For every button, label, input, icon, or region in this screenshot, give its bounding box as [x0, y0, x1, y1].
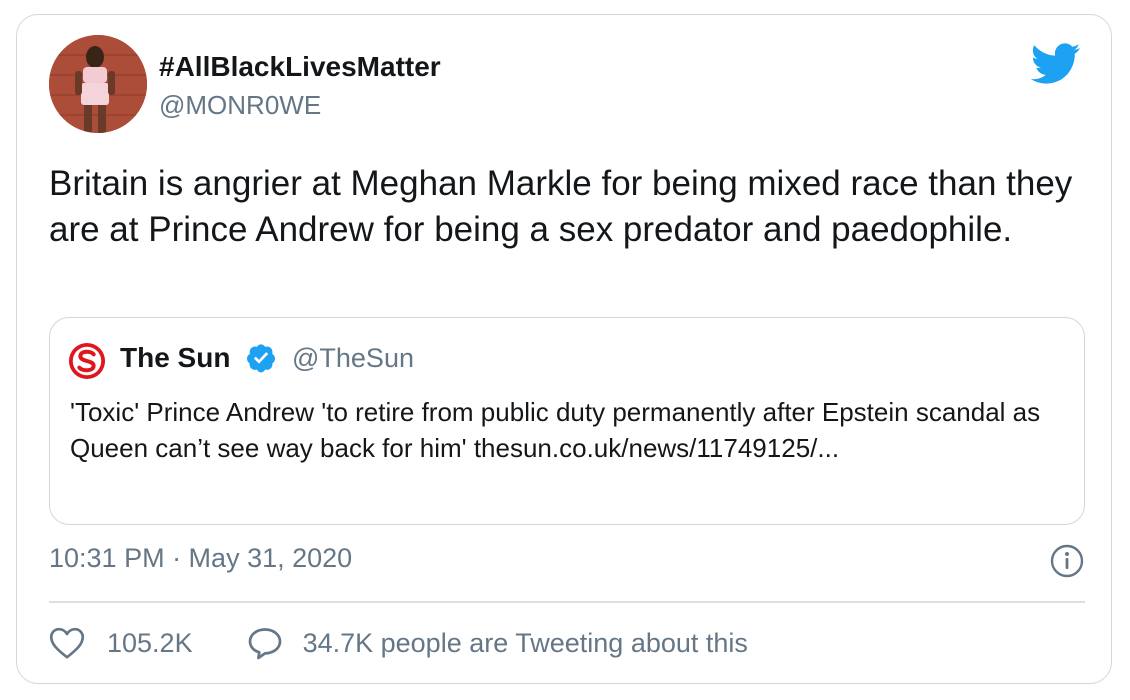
quoted-author-handle[interactable]: @TheSun: [292, 343, 414, 374]
tweet-card[interactable]: #AllBlackLivesMatter @MONR0WE Britain is…: [16, 14, 1112, 684]
info-icon[interactable]: [1049, 543, 1085, 579]
quoted-author-name[interactable]: The Sun: [120, 342, 230, 374]
divider: [49, 601, 1085, 603]
twitter-bird-icon[interactable]: [1031, 43, 1081, 85]
tweet-timestamp[interactable]: 10:31 PM · May 31, 2020: [49, 543, 352, 574]
verified-badge-icon: [247, 344, 275, 373]
author-display-name[interactable]: #AllBlackLivesMatter: [159, 51, 441, 83]
like-count[interactable]: 105.2K: [107, 628, 193, 659]
avatar[interactable]: [49, 35, 147, 133]
quoted-tweet[interactable]: The Sun @TheSun 'Toxic' Prince Andrew 't…: [49, 317, 1085, 525]
author-handle[interactable]: @MONR0WE: [159, 90, 321, 121]
tweet-text: Britain is angrier at Meghan Markle for …: [49, 164, 1073, 249]
the-sun-logo: [68, 342, 106, 380]
speech-bubble-icon[interactable]: [247, 626, 283, 660]
heart-icon[interactable]: [49, 626, 85, 660]
conversation-count-text[interactable]: 34.7K people are Tweeting about this: [303, 628, 748, 659]
avatar-photo: [49, 35, 147, 133]
tweet-actions: 105.2K 34.7K people are Tweeting about t…: [49, 623, 748, 663]
quoted-tweet-text: 'Toxic' Prince Andrew 'to retire from pu…: [70, 397, 1041, 463]
